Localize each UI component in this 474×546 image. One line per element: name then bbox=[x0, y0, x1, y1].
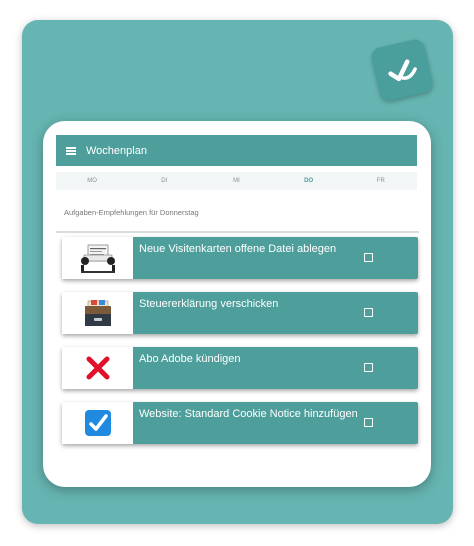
task-item[interactable]: Abo Adobe kündigen bbox=[62, 347, 418, 389]
section-heading: Aufgaben-Empfehlungen für Donnerstag bbox=[64, 208, 199, 217]
tab-friday[interactable]: FR bbox=[361, 178, 401, 184]
divider bbox=[56, 231, 419, 233]
task-label: Abo Adobe kündigen bbox=[139, 353, 241, 365]
tab-tuesday[interactable]: DI bbox=[144, 178, 184, 184]
task-label: Neue Visitenkarten offene Datei ablegen bbox=[139, 243, 337, 255]
task-checkbox[interactable] bbox=[364, 418, 373, 427]
task-item[interactable]: Website: Standard Cookie Notice hinzufüg… bbox=[62, 402, 418, 444]
menu-icon[interactable] bbox=[66, 146, 76, 155]
task-checkbox[interactable] bbox=[364, 363, 373, 372]
task-label: Website: Standard Cookie Notice hinzufüg… bbox=[139, 408, 358, 420]
tab-wednesday[interactable]: MI bbox=[216, 178, 256, 184]
app-bar: Wochenplan bbox=[56, 135, 417, 166]
file-cabinet-icon bbox=[62, 292, 133, 334]
task-checkbox[interactable] bbox=[364, 253, 373, 262]
page-title: Wochenplan bbox=[86, 144, 147, 157]
task-item[interactable]: Steuererklärung verschicken bbox=[62, 292, 418, 334]
task-label: Steuererklärung verschicken bbox=[139, 298, 279, 310]
task-checkbox[interactable] bbox=[364, 308, 373, 317]
tab-monday[interactable]: MO bbox=[72, 178, 112, 184]
check-box-icon bbox=[62, 402, 133, 444]
card-holder-icon bbox=[62, 237, 133, 279]
task-item[interactable]: Neue Visitenkarten offene Datei ablegen bbox=[62, 237, 418, 279]
weekday-tabs: MO DI MI DO FR bbox=[56, 172, 417, 190]
cross-mark-icon bbox=[62, 347, 133, 389]
tab-thursday[interactable]: DO bbox=[289, 178, 329, 184]
